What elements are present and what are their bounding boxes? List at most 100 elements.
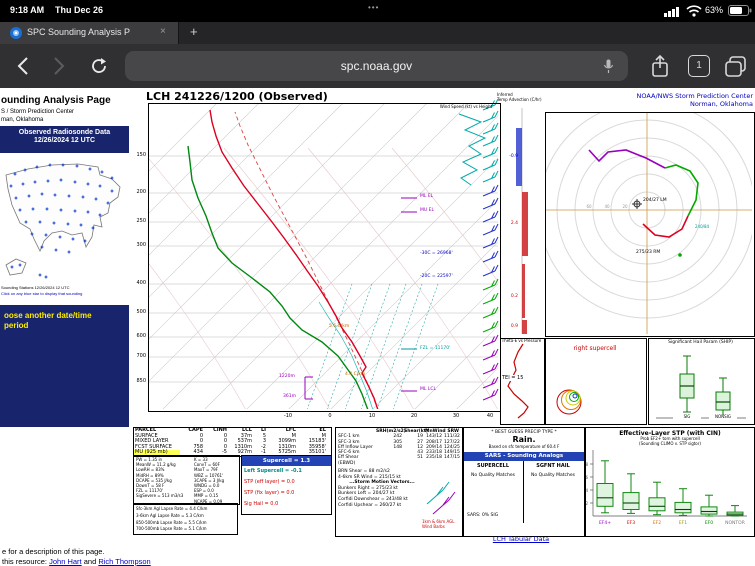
- cellular-icon: [664, 7, 679, 17]
- temp-label: 30: [452, 413, 460, 419]
- sars-columns: SUPERCELL SGFNT HAIL No Quality Matches …: [464, 460, 584, 523]
- mu-el-label: MU EL: [420, 208, 434, 213]
- thermo-indices-box: PW = 1.35 in MeanW = 11.2 g/kg LowRH = 83…: [133, 455, 240, 505]
- indices-col1: PW = 1.35 in MeanW = 11.2 g/kg LowRH = 83…: [136, 457, 184, 499]
- tab-close-icon[interactable]: ×: [160, 26, 166, 37]
- credit-block: NOAA/NWS Storm Prediction Center Norman,…: [573, 92, 753, 108]
- ship-category-label: NONSIG: [709, 414, 737, 420]
- indices-col2: K = 33 ConvT = 60F MaxT = 79F WBZ = 10761'…: [194, 457, 225, 504]
- databox-line1: Observed Radiosonde Data: [18, 129, 111, 136]
- midlevel-lapse-label: 5.6 C/km: [329, 324, 350, 329]
- minus30c-label: -30C = 26968': [420, 251, 453, 256]
- forward-icon[interactable]: [52, 56, 66, 76]
- fzl-label: FZL = 11170': [420, 346, 451, 351]
- advection-label2: Temp Advection (C/hr): [497, 97, 542, 102]
- temp-label: 40: [486, 413, 494, 419]
- footer-prefix: this resource:: [2, 557, 50, 566]
- advection-value: -0.9: [509, 154, 518, 159]
- spc-favicon: [10, 27, 22, 39]
- credit-line2: Norman, Oklahoma: [689, 100, 753, 108]
- advection-value: 0.2: [510, 294, 518, 299]
- wifi-icon: [686, 5, 702, 17]
- choose-date-panel: oose another date/time period: [0, 305, 129, 427]
- ship-frame: [648, 338, 755, 425]
- temp-label: 10: [368, 413, 376, 419]
- pressure-label: 300: [136, 242, 146, 248]
- station-map[interactable]: [0, 153, 129, 285]
- mic-icon[interactable]: [603, 59, 614, 74]
- barb-caption: 1km & 6km AGL Wind Barbs: [422, 519, 455, 529]
- pressure-label: 600: [136, 333, 146, 339]
- battery-percent: 63%: [705, 5, 724, 15]
- temp-label: -10: [283, 413, 293, 419]
- temp-label: 20: [410, 413, 418, 419]
- reload-icon[interactable]: [90, 57, 108, 75]
- databox-line2: 12/26/2024 12 UTC: [33, 137, 96, 145]
- skewt-frame: [148, 103, 501, 412]
- new-tab-icon[interactable]: +: [190, 24, 198, 39]
- alaska-outline: [5, 258, 27, 276]
- pressure-label: 500: [136, 309, 146, 315]
- sars-title: SARS - Sounding Analogs: [464, 451, 584, 461]
- temp-label: 0: [328, 413, 332, 419]
- tab-overview-icon[interactable]: [724, 55, 748, 78]
- hodograph-frame: [545, 112, 755, 337]
- ipad-screen: 9:18 AM Thu Dec 26 ••• 63% SPC Sounding …: [0, 0, 755, 566]
- sars-box: * BEST GUESS PRECIP TYPE * Rain. Based o…: [463, 427, 585, 537]
- tabular-data-link[interactable]: LCH Tabular Data: [475, 535, 567, 544]
- stp-climo-box: Effective-Layer STP (with CIN) Prob EF2+…: [585, 427, 755, 537]
- org-line2: man, Oklahoma: [1, 117, 44, 123]
- tab-title: SPC Sounding Analysis P: [27, 27, 131, 37]
- share-icon[interactable]: [650, 54, 670, 79]
- pressure-label: 250: [136, 218, 146, 224]
- parcel-table: PARCEL CAPE CINH LCL LI LFC EL SURFACE 0…: [133, 427, 332, 457]
- org-line1: S / Storm Prediction Center: [1, 109, 75, 115]
- pressure-label: 850: [136, 378, 146, 384]
- stp-eff-value: STP (eff layer) = 0.0: [244, 479, 295, 485]
- sars-footer: SARS: 0% SIG: [467, 512, 499, 518]
- back-icon[interactable]: [16, 56, 30, 76]
- lowlevel-lapse-label: 4.4 C/km: [345, 372, 366, 377]
- supercell-value: Supercell = 1.3: [242, 456, 331, 466]
- minus20c-label: -20C = 22597': [420, 274, 453, 279]
- multitask-dots[interactable]: •••: [368, 3, 379, 12]
- map-hint: Click on any blue star to display that s…: [1, 291, 83, 296]
- shear-srh-box: SRH(m2/s2) Shear(kt) MnWind SRW SFC-1 km…: [335, 427, 463, 537]
- tab-count-button[interactable]: 1: [688, 55, 710, 77]
- page-title: ounding Analysis Page: [1, 95, 111, 106]
- tei-value: TEI = 15: [502, 375, 524, 381]
- status-date: Thu Dec 26: [55, 5, 104, 15]
- theta-e-title: Theta-E vs Pressure: [501, 338, 542, 343]
- url-bar[interactable]: spc.noaa.gov: [125, 51, 628, 81]
- eff-inflow-top-label: 1220m: [279, 374, 295, 379]
- footer-line1: e for a description of this page.: [2, 547, 105, 556]
- footer-sep: and: [81, 557, 99, 566]
- left-mover-label: 204/27 LM: [643, 198, 667, 203]
- footer-link-hart[interactable]: John Hart: [49, 557, 82, 566]
- srh-table: SRH(m2/s2) Shear(kt) MnWind SRW SFC-1 km…: [338, 429, 460, 466]
- sars-col1-match: No Quality Matches: [471, 472, 515, 478]
- clock: 9:18 AM: [10, 5, 45, 15]
- stp-subtitle2: (Sounding CLIMO v. STP sigtor): [639, 440, 701, 446]
- ship-category-label: SIG: [673, 414, 701, 420]
- credit-line1: NOAA/NWS Storm Prediction Center: [636, 92, 753, 100]
- lapse-rate-box: Sfc-3km Agl Lapse Rate = 4.4 C/km 3-6km …: [133, 503, 238, 535]
- wind-inset-label: Wind Speed (kt) vs Height: [439, 104, 493, 109]
- sars-col2-match: No Quality Matches: [531, 472, 575, 478]
- ship-title: Significant Hail Param (SHIP): [668, 340, 733, 345]
- corfidi-upshear: Corfidi Upshear = 260/27 kt: [338, 502, 402, 508]
- pressure-label: 200: [136, 189, 146, 195]
- url-text: spc.noaa.gov: [340, 59, 413, 73]
- footer-link-thompson[interactable]: Rich Thompson: [98, 557, 150, 566]
- right-mover-label: 275/23 RM: [636, 250, 661, 255]
- left-supercell-value: Left Supercell = -0.1: [244, 468, 302, 474]
- web-page: ounding Analysis Page S / Storm Predicti…: [0, 88, 755, 566]
- sars-divider: [523, 460, 524, 523]
- sig-hail-value: Sig Hail = 0.0: [244, 501, 279, 507]
- choose-date-link[interactable]: oose another date/time period: [0, 305, 118, 336]
- ml-lcl-label: ML LCL: [420, 387, 436, 392]
- supercell-composite-box: Supercell = 1.3 Left Supercell = -0.1 ST…: [241, 455, 332, 515]
- battery-icon: [728, 5, 752, 16]
- sounding-figure: 20 40 60 2 4 6 8 EF4+ EF3 EF2 EF1 EF0 NO…: [131, 88, 755, 545]
- browser-tab[interactable]: SPC Sounding Analysis P ×: [0, 22, 179, 44]
